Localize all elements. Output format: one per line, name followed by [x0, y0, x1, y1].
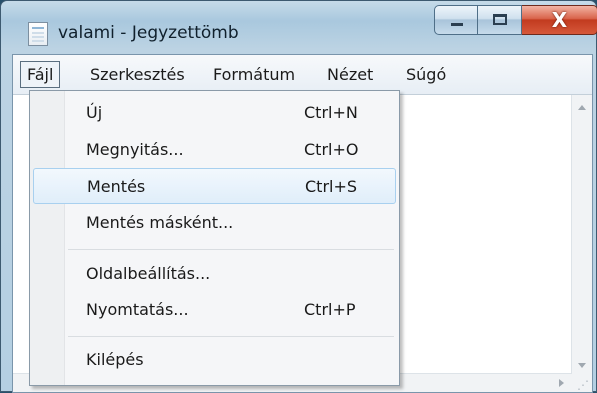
scroll-down-icon[interactable]	[578, 363, 586, 368]
menu-item-exit[interactable]: Kilépés	[33, 342, 396, 378]
maximize-button[interactable]	[478, 5, 522, 35]
menu-item-label: Mentés másként...	[86, 213, 234, 232]
menu-item-label: Új	[86, 103, 103, 122]
menu-item-label: Nyomtatás...	[86, 300, 189, 319]
menu-item-open[interactable]: Megnyitás... Ctrl+O	[33, 132, 396, 168]
menu-help[interactable]: Súgó	[406, 65, 446, 84]
close-icon: X	[551, 8, 568, 32]
scroll-up-icon[interactable]	[578, 105, 586, 110]
menu-file[interactable]: Fájl	[20, 61, 61, 88]
menu-item-shortcut: Ctrl+O	[304, 140, 359, 159]
vertical-scrollbar[interactable]	[571, 95, 592, 374]
menu-item-save-as[interactable]: Mentés másként...	[33, 205, 396, 241]
maximize-icon	[493, 14, 507, 25]
menu-item-label: Kilépés	[86, 350, 144, 369]
menu-item-new[interactable]: Új Ctrl+N	[33, 95, 396, 131]
menu-view[interactable]: Nézet	[327, 65, 373, 84]
resize-grip[interactable]	[572, 374, 592, 392]
menu-item-shortcut: Ctrl+P	[304, 300, 356, 319]
menu-bar: Fájl Szerkesztés Formátum Nézet Súgó	[13, 55, 592, 95]
menu-separator	[68, 249, 394, 250]
menu-edit[interactable]: Szerkesztés	[90, 65, 185, 84]
menu-item-save[interactable]: Mentés Ctrl+S	[33, 168, 396, 204]
file-menu-dropdown: Új Ctrl+N Megnyitás... Ctrl+O Mentés Ctr…	[29, 90, 400, 386]
menu-item-print[interactable]: Nyomtatás... Ctrl+P	[33, 292, 396, 328]
close-button[interactable]: X	[522, 5, 597, 35]
window-title: valami - Jegyzettömb	[58, 23, 239, 43]
menu-item-shortcut: Ctrl+N	[304, 103, 358, 122]
menu-item-label: Oldalbeállítás...	[86, 264, 211, 283]
notepad-window: valami - Jegyzettömb X Fájl Szerkesztés …	[0, 0, 597, 393]
menu-item-page-setup[interactable]: Oldalbeállítás...	[33, 256, 396, 292]
menu-item-label: Megnyitás...	[86, 140, 184, 159]
menu-format[interactable]: Formátum	[213, 65, 295, 84]
menu-separator	[68, 336, 394, 337]
menu-item-label: Mentés	[87, 177, 146, 196]
menu-item-shortcut: Ctrl+S	[305, 177, 358, 196]
notepad-app-icon	[28, 22, 48, 46]
minimize-icon	[451, 23, 463, 26]
minimize-button[interactable]	[434, 5, 478, 35]
scroll-right-icon[interactable]	[559, 379, 564, 387]
caption-buttons: X	[434, 5, 597, 38]
